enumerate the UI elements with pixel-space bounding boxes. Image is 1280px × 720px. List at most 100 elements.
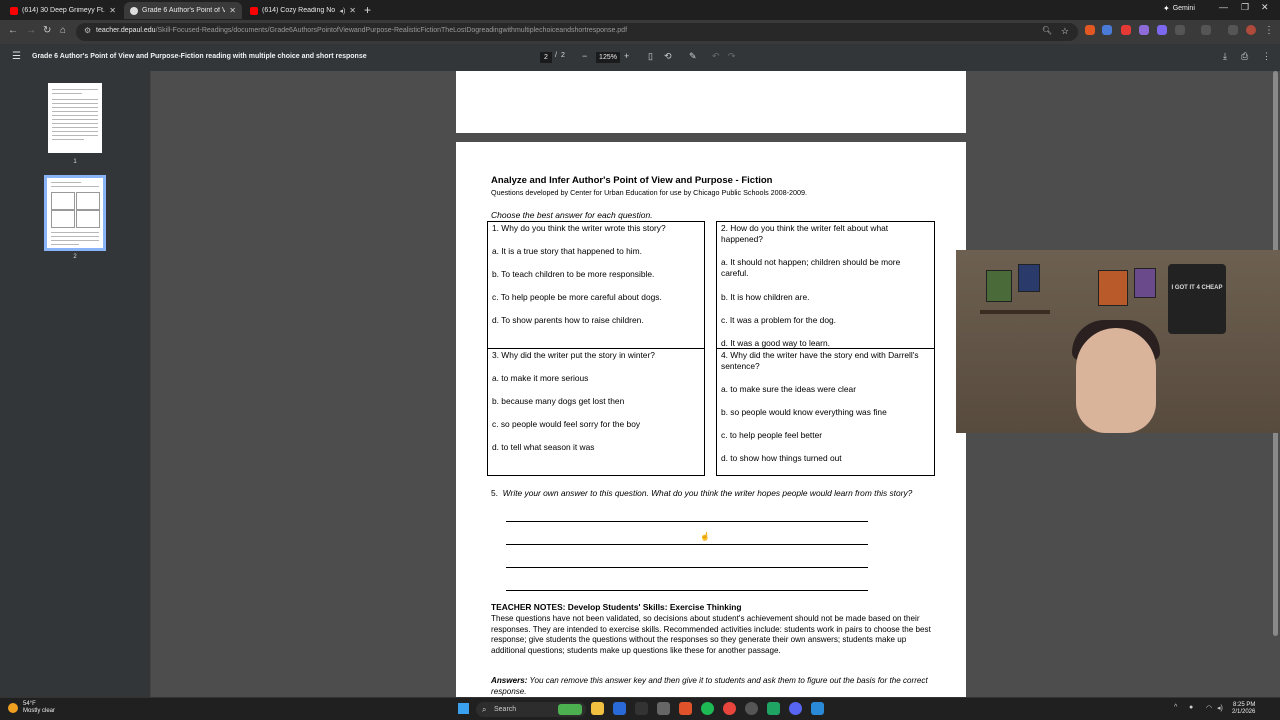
undo-icon[interactable]: ↶ <box>712 51 720 62</box>
zoom-icon[interactable]: 🔍︎ <box>1042 26 1052 35</box>
page-thumbnail-2[interactable] <box>44 175 106 251</box>
total-pages: 2 <box>561 52 565 59</box>
site-info-icon[interactable]: ⚙ <box>84 26 91 35</box>
fit-page-icon[interactable]: ▯ <box>648 51 653 62</box>
print-icon[interactable]: ⎙ <box>1241 51 1248 62</box>
chrome-icon[interactable] <box>723 702 736 715</box>
app-icon[interactable] <box>811 702 824 715</box>
new-tab-button[interactable]: + <box>364 3 371 17</box>
question-5: 5. Write your own answer to this questio… <box>491 488 931 499</box>
windows-start-icon[interactable] <box>458 703 469 714</box>
more-options-icon[interactable]: ⋮ <box>1262 51 1271 62</box>
reload-icon[interactable]: ↻ <box>43 25 51 36</box>
file-explorer-icon[interactable] <box>591 702 604 715</box>
sparkle-icon: ✦ <box>1163 4 1170 13</box>
discord-icon[interactable] <box>789 702 802 715</box>
terminal-icon[interactable] <box>635 702 648 715</box>
tab-pdf[interactable]: Grade 6 Author's Point of View ✕ <box>124 2 242 19</box>
pdf-toolbar: ☰ Grade 6 Author's Point of View and Pur… <box>0 44 1280 71</box>
taskbar-search[interactable]: ⌕ Search <box>476 702 586 717</box>
speaker-icon[interactable]: ◂) <box>339 7 345 15</box>
answer-line <box>506 590 868 591</box>
close-icon[interactable]: ✕ <box>109 6 116 15</box>
question-5-text: Write your own answer to this question. … <box>502 488 913 498</box>
spotify-icon[interactable] <box>701 702 714 715</box>
teacher-notes-body: These questions have not been validated,… <box>491 614 931 655</box>
thumbnail-sidebar: 1 2 <box>0 71 151 697</box>
home-icon[interactable]: ⌂ <box>60 25 66 36</box>
zoom-out-icon[interactable]: − <box>582 51 587 61</box>
profile-avatar[interactable] <box>1246 25 1256 35</box>
answer-option: b. To teach children to be more responsi… <box>492 269 655 279</box>
tray-chevron-icon[interactable]: ^ <box>1174 704 1177 711</box>
bookmark-star-icon[interactable]: ☆ <box>1061 26 1069 37</box>
clock-time: 8:25 PM <box>1233 702 1256 708</box>
gemini-label: Gemini <box>1172 5 1195 12</box>
cast-icon[interactable] <box>1228 25 1238 35</box>
tab-title: (614) 30 Deep Grimeyy Ft. NLE <box>22 7 105 14</box>
extensions-puzzle-icon[interactable] <box>1175 25 1185 35</box>
microphone-icon[interactable]: ● <box>1189 704 1193 711</box>
redo-icon[interactable]: ↷ <box>728 51 736 62</box>
answer-line <box>506 544 868 545</box>
extension-icon[interactable] <box>1157 25 1167 35</box>
page-thumbnail-1[interactable] <box>48 83 102 153</box>
answers-label: Answers: <box>491 676 528 685</box>
app-icon[interactable] <box>767 702 780 715</box>
zoom-in-icon[interactable]: + <box>624 51 629 61</box>
page-number-input[interactable]: 2 <box>540 52 552 63</box>
back-icon[interactable]: ← <box>8 25 18 36</box>
answer-option: c. so people would feel sorry for the bo… <box>492 419 641 429</box>
answer-option: c. It was a problem for the dog. <box>721 315 836 325</box>
minimize-icon[interactable]: — <box>1219 2 1228 12</box>
annotate-icon[interactable]: ✎ <box>689 51 697 62</box>
shelf <box>980 310 1050 314</box>
extension-icon[interactable] <box>1121 25 1131 35</box>
address-bar[interactable]: ⚙ teacher.depaul.edu/Skill-Focused-Readi… <box>76 23 1078 41</box>
system-clock[interactable]: 8:25 PM 2/1/2026 <box>1232 702 1255 716</box>
question-prompt: 3. Why did the writer put the story in w… <box>492 350 655 360</box>
forward-icon[interactable]: → <box>26 25 36 36</box>
document-subtitle: Questions developed by Center for Urban … <box>491 188 808 197</box>
maximize-icon[interactable]: ❐ <box>1241 2 1249 13</box>
weather-widget[interactable]: 54°F Mostly clear <box>8 701 55 715</box>
brave-icon[interactable] <box>679 702 692 715</box>
wifi-icon[interactable]: ◠ <box>1206 704 1212 712</box>
question-box-2: 2. How do you think the writer felt abou… <box>716 221 935 349</box>
extension-icon[interactable] <box>1139 25 1149 35</box>
zoom-level[interactable]: 125% <box>596 52 620 63</box>
vscode-icon[interactable] <box>613 702 626 715</box>
obs-icon[interactable] <box>745 702 758 715</box>
gemini-button[interactable]: ✦ Gemini <box>1163 4 1195 13</box>
question-box-4: 4. Why did the writer have the story end… <box>716 348 935 476</box>
tab-youtube-2[interactable]: (614) Cozy Reading Nook: ◂) ✕ <box>244 2 362 19</box>
taskbar: 54°F Mostly clear ⌕ Search ^ ● ◠ ◂) 8:25 … <box>0 697 1280 720</box>
thumbnail-label: 1 <box>73 159 77 165</box>
download-icon[interactable]: ⤓ <box>1223 51 1227 62</box>
answer-option: a. It should not happen; children should… <box>721 257 901 278</box>
answer-option: d. To show parents how to raise children… <box>492 315 644 325</box>
answer-option: a. It is a true story that happened to h… <box>492 246 642 256</box>
answers-note: Answers: You can remove this answer key … <box>491 676 931 697</box>
rotate-icon[interactable]: ⟲ <box>664 51 672 62</box>
tab-title: (614) Cozy Reading Nook: <box>262 7 336 14</box>
tab-youtube-1[interactable]: (614) 30 Deep Grimeyy Ft. NLE ✕ <box>4 2 122 19</box>
extension-icon[interactable] <box>1085 25 1095 35</box>
close-icon[interactable]: ✕ <box>349 6 356 15</box>
hanging-shirt: I GOT IT 4 CHEAP <box>1168 264 1226 334</box>
browser-menu-icon[interactable]: ⋮ <box>1264 25 1274 36</box>
close-window-icon[interactable]: ✕ <box>1261 2 1269 13</box>
wall-poster <box>1018 264 1040 292</box>
sidepanel-icon[interactable] <box>1201 25 1211 35</box>
url-text: teacher.depaul.edu/Skill-Focused-Reading… <box>96 27 628 34</box>
extension-icon[interactable] <box>1102 25 1112 35</box>
answer-option: c. to help people feel better <box>721 430 823 440</box>
pdf-title: Grade 6 Author's Point of View and Purpo… <box>32 53 367 60</box>
globe-icon <box>130 6 138 15</box>
sidebar-toggle-icon[interactable]: ☰ <box>12 51 21 62</box>
answers-text: You can remove this answer key and then … <box>491 676 928 696</box>
settings-icon[interactable] <box>657 702 670 715</box>
question-box-1: 1. Why do you think the writer wrote thi… <box>487 221 705 349</box>
volume-icon[interactable]: ◂) <box>1217 704 1223 712</box>
close-icon[interactable]: ✕ <box>229 6 236 15</box>
